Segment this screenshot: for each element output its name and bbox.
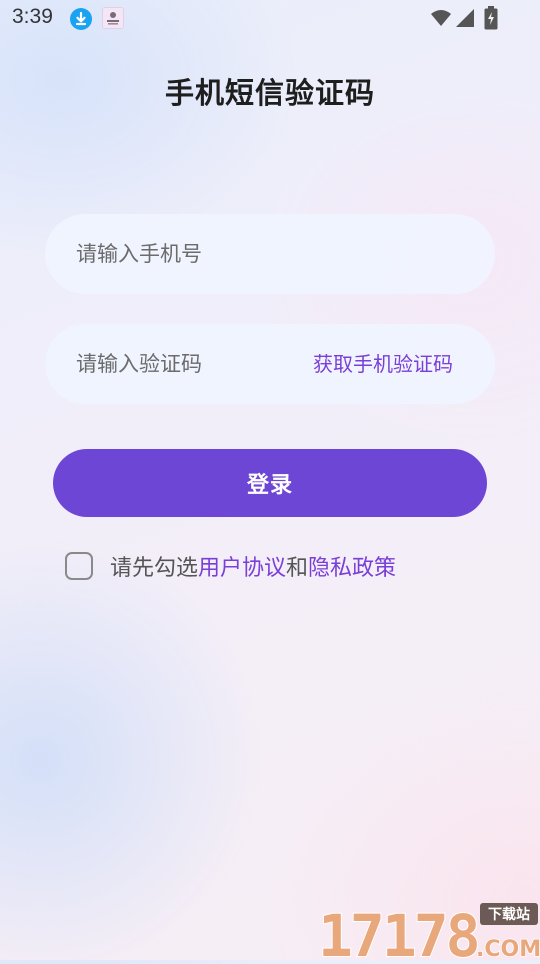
- code-field[interactable]: 获取手机验证码: [45, 324, 495, 404]
- battery-charging-icon: [484, 6, 498, 34]
- page-title: 手机短信验证码: [164, 76, 375, 110]
- status-bar: 3:39: [0, 0, 540, 38]
- code-input[interactable]: [76, 324, 296, 404]
- agreement-text: 请先勾选用户协议和隐私政策: [110, 550, 396, 582]
- user-agreement-link[interactable]: 用户协议: [198, 556, 286, 581]
- login-button[interactable]: 登录: [53, 449, 487, 517]
- svg-text:下载站: 下载站: [488, 906, 530, 923]
- svg-text:17178: 17178: [318, 902, 478, 960]
- agreement-prefix: 请先勾选: [110, 556, 199, 581]
- phone-input[interactable]: [76, 214, 466, 294]
- get-code-button[interactable]: 获取手机验证码: [313, 324, 453, 404]
- wifi-icon: [430, 8, 452, 32]
- agreement-conjunction: 和: [286, 556, 309, 581]
- agreement-row: 请先勾选用户协议和隐私政策: [65, 550, 396, 582]
- agreement-checkbox[interactable]: [65, 552, 93, 580]
- phone-field[interactable]: [45, 214, 495, 294]
- signal-icon: [455, 8, 475, 32]
- app-notification-icon: [102, 7, 124, 29]
- status-time: 3:39: [12, 5, 53, 28]
- site-watermark-logo: 下载站 17178 .COM: [316, 898, 540, 964]
- svg-text:.COM: .COM: [476, 937, 540, 960]
- download-icon: [70, 8, 92, 30]
- privacy-policy-link[interactable]: 隐私政策: [308, 556, 396, 581]
